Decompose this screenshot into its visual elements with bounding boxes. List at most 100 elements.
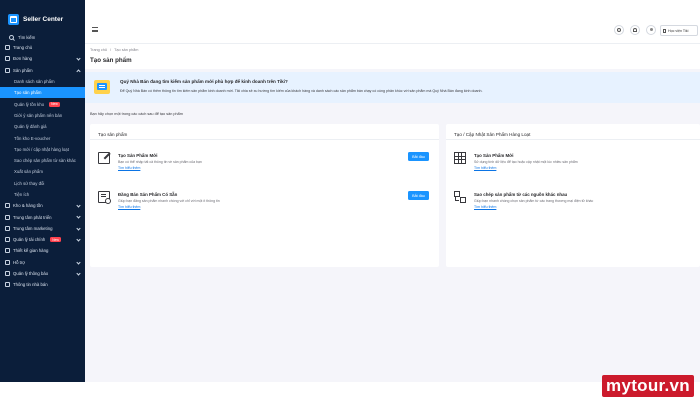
marketing-icon [5, 225, 10, 231]
sidebar-search[interactable]: Tìm kiếm [0, 32, 85, 42]
sidebar-item-label: Danh sách sản phẩm [14, 79, 55, 85]
option-list-existing: Đăng Bán Sản Phẩm Có Sẵn Giúp bạn đăng s… [90, 191, 439, 223]
sidebar-item-notifications[interactable]: Quản lý thông báo [0, 268, 85, 279]
app-title: Seller Center [23, 15, 64, 23]
home-icon [5, 45, 10, 51]
sidebar-item-label: Kho & hàng tồn [13, 203, 43, 209]
option-create-new: Tạo Sản Phẩm Mới Bạn có thể nhập tất cả … [90, 152, 439, 184]
option-title: Tạo Sản Phẩm Mới [118, 153, 158, 158]
option-copy-products[interactable]: Sao chép sản phẩm từ các nguồn khác nhau… [446, 191, 700, 223]
option-title: Đăng Bán Sản Phẩm Có Sẵn [118, 192, 178, 197]
start-button[interactable]: Bắt đầu [408, 191, 429, 200]
sidebar-item-label: Quản lý đánh giá [14, 124, 47, 130]
sidebar: Seller Center Tìm kiếm Trang chủ Đơn hàn… [0, 0, 85, 382]
chevron-down-icon [76, 56, 81, 61]
notice-title[interactable]: Quý Nhà Bán đang tìm kiếm sản phẩm mới p… [120, 79, 288, 84]
sidebar-item-label: Tiện ích [14, 192, 30, 197]
store-design-icon [5, 248, 10, 254]
sidebar-item-support[interactable]: Hỗ trợ [0, 257, 85, 268]
sidebar-subitem-inventory[interactable]: Quản lý tồn kho New [0, 98, 85, 109]
breadcrumb-home[interactable]: Trang chủ [90, 48, 107, 52]
menu-toggle-icon[interactable] [92, 27, 98, 32]
new-badge: New [50, 237, 61, 243]
sidebar-item-label: Trung tâm marketing [13, 225, 53, 231]
sidebar-item-label: Lịch sử thay đổi [14, 180, 45, 186]
sidebar-item-marketing[interactable]: Trung tâm marketing [0, 223, 85, 234]
chevron-up-icon [76, 68, 81, 74]
chevron-down-icon [76, 203, 81, 208]
learn-more-link[interactable]: Tìm hiểu thêm [474, 205, 496, 209]
main-content: Trang chủ / Tạo sản phẩm Tạo sản phẩm Qu… [85, 44, 700, 382]
card-title: Tạo sản phẩm [90, 124, 439, 140]
page-header: Trang chủ / Tạo sản phẩm Tạo sản phẩm [85, 44, 700, 69]
academy-button[interactable]: Học viện Tiki [660, 25, 698, 36]
warehouse-icon [5, 203, 10, 209]
sidebar-subitem-reviews[interactable]: Quản lý đánh giá [0, 121, 85, 132]
sidebar-subitem-product-list[interactable]: Danh sách sản phẩm [0, 76, 85, 87]
option-bulk-create[interactable]: Tạo Sản Phẩm Mới Sử dụng tính dữ liệu để… [446, 152, 700, 184]
sidebar-subitem-suggested-products[interactable]: Giới ý sản phẩm nên bán [0, 110, 85, 121]
sidebar-item-products[interactable]: Sản phẩm [0, 65, 85, 76]
start-button[interactable]: Bắt đầu [408, 152, 429, 161]
notification-button[interactable] [630, 25, 640, 35]
sidebar-item-label: Sao chép sản phẩm từ sàn khác [14, 158, 76, 164]
table-icon [454, 152, 466, 164]
sidebar-item-seller-info[interactable]: Thông tin nhà bán [0, 279, 85, 290]
sidebar-subitem-export[interactable]: Xuất sản phẩm [0, 166, 85, 177]
growth-icon [5, 214, 10, 220]
sidebar-item-label: Trang chủ [13, 45, 33, 51]
sidebar-item-home[interactable]: Trang chủ [0, 42, 85, 53]
notification-icon [5, 271, 10, 277]
option-description: Giúp bạn đăng sản phẩm nhanh chóng với c… [118, 199, 220, 203]
sidebar-item-warehouse[interactable]: Kho & hàng tồn [0, 200, 85, 211]
option-description: Giúp bạn nhanh chóng chọn sản phẩm từ cá… [474, 199, 594, 203]
sidebar-item-store-design[interactable]: Thiết kế gian hàng [0, 245, 85, 256]
academy-button-label: Học viện Tiki [668, 28, 689, 33]
bulk-product-card: Tạo / Cập Nhật Sản Phẩm Hàng Loạt Tạo Sả… [446, 124, 700, 267]
copy-icon [454, 191, 466, 203]
seller-info-icon [5, 282, 10, 288]
sidebar-item-growth-center[interactable]: Trung tâm phát triển [0, 211, 85, 222]
sidebar-item-orders[interactable]: Đơn hàng [0, 53, 85, 64]
learn-more-link[interactable]: Tìm hiểu thêm [474, 166, 496, 170]
sidebar-subitem-history[interactable]: Lịch sử thay đổi [0, 178, 85, 189]
help-button[interactable] [614, 25, 624, 35]
sidebar-item-label: Thiết kế gian hàng [13, 248, 49, 254]
chevron-down-icon [76, 237, 81, 242]
learn-more-link[interactable]: Tìm hiểu thêm [118, 205, 140, 209]
learn-more-link[interactable]: Tìm hiểu thêm [118, 166, 140, 170]
edit-icon [98, 152, 110, 164]
watermark-logo: mytour.vn [602, 375, 694, 397]
sidebar-subitem-create-product[interactable]: Tạo sản phẩm [0, 87, 85, 99]
sidebar-item-finance[interactable]: Quản lý tài chính New [0, 234, 85, 245]
sidebar-item-label: Tạo mới / cập nhật hàng loạt [14, 146, 69, 152]
sidebar-subitem-bulk-update[interactable]: Tạo mới / cập nhật hàng loạt [0, 144, 85, 155]
sidebar-item-label: Đơn hàng [13, 56, 33, 62]
sidebar-search-label: Tìm kiếm [18, 34, 36, 40]
option-description: Sử dụng tính dữ liệu để tạo hoặc cập nhậ… [474, 160, 578, 164]
sidebar-item-label: Hỗ trợ [13, 259, 26, 265]
sidebar-item-label: Quản lý tồn kho [14, 101, 45, 107]
breadcrumb-current: Tạo sản phẩm [114, 48, 139, 52]
chevron-down-icon [76, 214, 81, 220]
create-product-card: Tạo sản phẩm Tạo Sản Phẩm Mới Bạn có thể… [90, 124, 439, 267]
option-title: Sao chép sản phẩm từ các nguồn khác nhau [474, 192, 568, 197]
instruction-text: Bạn hãy chọn một trong các cách sau để t… [90, 112, 183, 116]
brand[interactable]: Seller Center [0, 8, 85, 30]
bell-icon [633, 28, 637, 32]
option-description: Bạn có thể nhập tất cả thông tin về sản … [118, 160, 202, 164]
book-icon [663, 28, 666, 33]
notice-text: Để Quý Nhà Bán có thêm thông tin tìm kiế… [120, 89, 483, 93]
card-title: Tạo / Cập Nhật Sản Phẩm Hàng Loạt [446, 124, 700, 140]
sidebar-subitem-copy-products[interactable]: Sao chép sản phẩm từ sàn khác [0, 155, 85, 166]
finance-icon [5, 237, 10, 243]
chevron-down-icon [76, 260, 81, 265]
sidebar-item-label: Quản lý thông báo [13, 271, 49, 277]
avatar[interactable] [646, 25, 656, 35]
chevron-down-icon [76, 271, 81, 276]
search-document-icon [98, 191, 111, 204]
orders-icon [5, 56, 10, 62]
sidebar-subitem-utilities[interactable]: Tiện ích [0, 189, 85, 200]
search-icon [9, 34, 14, 40]
sidebar-subitem-evoucher[interactable]: Tồn kho E-voucher [0, 132, 85, 143]
